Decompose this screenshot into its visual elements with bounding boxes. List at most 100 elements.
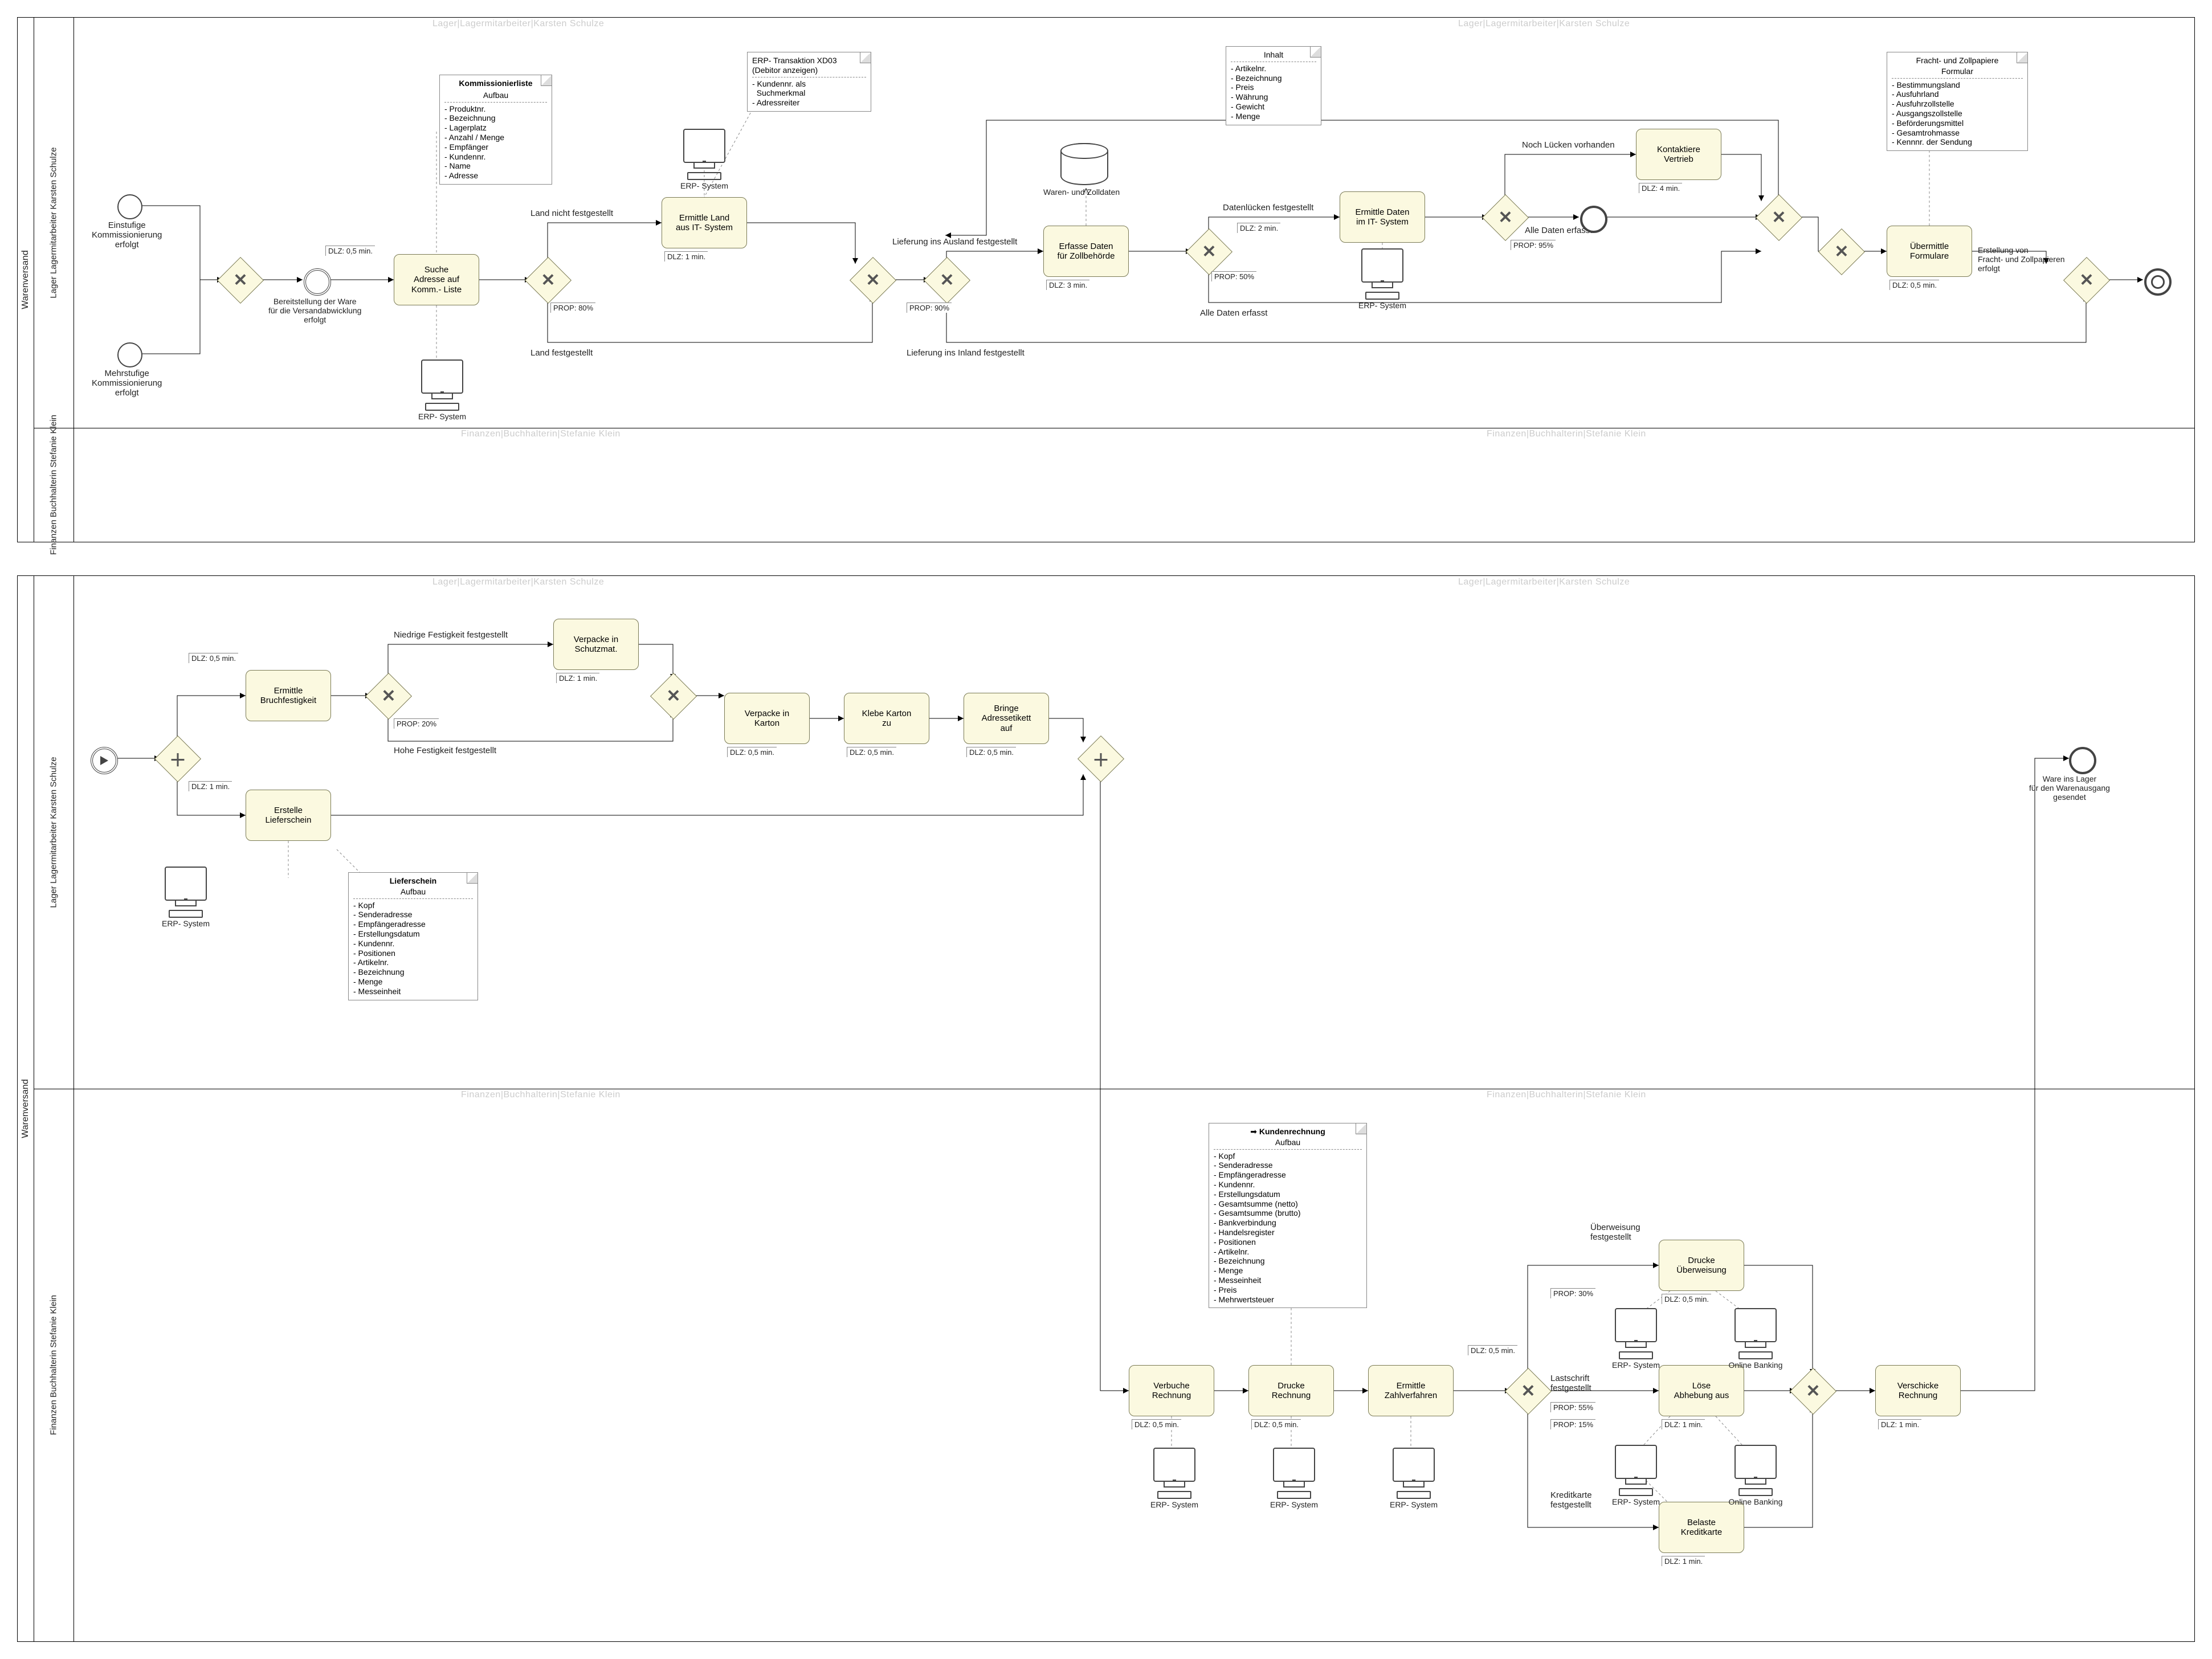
system-label: ERP- System: [417, 412, 468, 421]
task-label: Suche Adresse auf Komm.- Liste: [411, 265, 462, 295]
prop-label: PROP: 20%: [394, 718, 439, 729]
online-banking-icon: Online Banking: [1724, 1445, 1787, 1506]
prop-label: PROP: 80%: [550, 303, 595, 313]
task-label: Ermittle Land aus IT- System: [676, 213, 733, 233]
note-frachtpapiere: Fracht- und Zollpapiere Formular - Besti…: [1887, 52, 2028, 151]
pool-warenversand-2: Warenversand Lager Lagermitarbeiter Kars…: [17, 575, 2195, 1642]
task-label: Ermittle Daten im IT- System: [1355, 207, 1409, 227]
edge-label: Überweisung festgestellt: [1590, 1223, 1640, 1242]
system-label: ERP- System: [1610, 1497, 1662, 1506]
dlz-label: DLZ: 1 min.: [1878, 1419, 1921, 1429]
start-event-label: Mehrstufige Kommissionierung erfolgt: [92, 369, 162, 398]
dlz-label: DLZ: 1 min.: [1662, 1419, 1705, 1429]
lane-label-text: Lager Lagermitarbeiter Karsten Schulze: [48, 757, 58, 908]
task-label: Verpacke in Schutzmat.: [574, 635, 618, 655]
intermediate-event-label: Bereitstellung der Ware für die Versanda…: [268, 297, 361, 324]
task-ermittle-land[interactable]: Ermittle Land aus IT- System: [662, 197, 747, 248]
task-label: Erstelle Lieferschein: [266, 806, 312, 826]
online-banking-icon: Online Banking: [1724, 1308, 1787, 1370]
edge-label: Hohe Festigkeit festgestellt: [394, 746, 496, 755]
system-label: ERP- System: [1388, 1500, 1439, 1509]
task-adressetikett[interactable]: Bringe Adressetikett auf: [964, 693, 1049, 744]
task-uebermittle-formulare[interactable]: Übermittle Formulare: [1887, 226, 1972, 277]
task-drucke-ueberweisung[interactable]: Drucke Überweisung: [1659, 1240, 1744, 1291]
dlz-label: DLZ: 0,5 min.: [1662, 1294, 1711, 1304]
end-event-label: Ware ins Lager für den Warenausgang gese…: [2029, 774, 2110, 802]
edge-label: Niedrige Festigkeit festgestellt: [394, 630, 508, 640]
lane-finanzen-2: Finanzen Buchhalterin Stefanie Klein Fin…: [34, 1089, 2194, 1642]
watermark: Lager|Lagermitarbeiter|Karsten Schulze: [1458, 19, 1630, 29]
task-label: Verbuche Rechnung: [1152, 1381, 1191, 1401]
note-zolldaten-inhalt: Inhalt - Artikelnr.- Bezeichnung- Preis-…: [1226, 46, 1321, 125]
dlz-label: DLZ: 0,5 min.: [1889, 280, 1939, 290]
task-bruchfestigkeit[interactable]: Ermittle Bruchfestigkeit: [246, 670, 331, 721]
task-ermittle-daten-it[interactable]: Ermittle Daten im IT- System: [1340, 191, 1425, 243]
erp-system-icon: ERP- System: [1357, 248, 1408, 310]
note-subtitle: Aufbau: [353, 887, 473, 897]
lane-lager-1: Lager Lagermitarbeiter Karsten Schulze L…: [34, 18, 2194, 428]
dlz-label: DLZ: 3 min.: [1046, 280, 1089, 290]
task-klebe-karton[interactable]: Klebe Karton zu: [844, 693, 929, 744]
dlz-label: DLZ: 0,5 min.: [1251, 1419, 1301, 1429]
note-subtitle: Formular: [1892, 67, 2023, 76]
task-label: Löse Abhebung aus: [1674, 1381, 1729, 1401]
watermark: Finanzen|Buchhalterin|Stefanie Klein: [461, 429, 621, 439]
task-label: Drucke Überweisung: [1676, 1256, 1727, 1276]
task-verbuche-rechnung[interactable]: Verbuche Rechnung: [1129, 1365, 1214, 1416]
prop-label: PROP: 15%: [1550, 1419, 1595, 1429]
task-suche-adresse[interactable]: Suche Adresse auf Komm.- Liste: [394, 254, 479, 305]
erp-system-icon: ERP- System: [1149, 1448, 1200, 1509]
task-label: Verpacke in Karton: [745, 709, 789, 729]
start-event-label: Einstufige Kommissionierung erfolgt: [92, 220, 162, 250]
edge-label: Lieferung ins Ausland festgestellt: [892, 237, 1017, 247]
prop-label: PROP: 95%: [1511, 240, 1556, 250]
dlz-label: DLZ: 0,5 min.: [325, 246, 375, 256]
watermark: Lager|Lagermitarbeiter|Karsten Schulze: [1458, 577, 1630, 587]
lane-label: Lager Lagermitarbeiter Karsten Schulze: [34, 576, 74, 1089]
system-label: ERP- System: [160, 919, 211, 928]
erp-system-icon: ERP- System: [417, 359, 468, 421]
system-label: ERP- System: [1268, 1500, 1320, 1509]
dlz-label: DLZ: 4 min.: [1639, 183, 1682, 193]
note-items: - Produktnr.- Bezeichnung- Lagerplatz- A…: [444, 104, 547, 181]
dlz-label: DLZ: 1 min.: [556, 673, 599, 683]
task-verpacke-karton[interactable]: Verpacke in Karton: [724, 693, 810, 744]
link-event-in: [91, 747, 118, 774]
system-label: ERP- System: [1610, 1360, 1662, 1370]
erp-system-icon: ERP- System: [160, 867, 211, 928]
task-ermittle-zahlverfahren[interactable]: Ermittle Zahlverfahren: [1368, 1365, 1454, 1416]
lane-finanzen-1: Finanzen Buchhalterin Stefanie Klein Fin…: [34, 428, 2194, 542]
watermark: Finanzen|Buchhalterin|Stefanie Klein: [461, 1090, 621, 1100]
task-erstelle-lieferschein[interactable]: Erstelle Lieferschein: [246, 790, 331, 841]
note-erp-transaktion: ERP- Transaktion XD03 (Debitor anzeigen)…: [747, 52, 871, 112]
database-waren-zoll-icon: [1060, 143, 1108, 185]
start-event-einstufig: [117, 194, 142, 219]
task-belaste-kreditkarte[interactable]: Belaste Kreditkarte: [1659, 1502, 1744, 1553]
erp-system-icon: ERP- System: [679, 129, 730, 190]
end-event-alle-erfasst: [1580, 206, 1607, 233]
edge-label: Kreditkarte festgestellt: [1550, 1490, 1592, 1510]
intermediate-event-bereitstellung: [304, 268, 331, 296]
end-label: Erstellung von Fracht- und Zollpapieren …: [1978, 246, 2065, 273]
dlz-label: DLZ: 1 min.: [664, 251, 708, 261]
note-subtitle: Aufbau: [444, 91, 547, 100]
pool-warenversand-1: Warenversand Lager Lagermitarbeiter Kars…: [17, 17, 2195, 542]
note-title: Kundenrechnung: [1259, 1127, 1325, 1136]
dlz-label: DLZ: 0,5 min.: [1132, 1419, 1181, 1429]
task-drucke-rechnung[interactable]: Drucke Rechnung: [1248, 1365, 1334, 1416]
watermark: Finanzen|Buchhalterin|Stefanie Klein: [1487, 1090, 1646, 1100]
task-kontaktiere-vertrieb[interactable]: Kontaktiere Vertrieb: [1636, 129, 1721, 180]
note-title: ERP- Transaktion XD03 (Debitor anzeigen): [752, 56, 866, 75]
task-loese-abhebung[interactable]: Löse Abhebung aus: [1659, 1365, 1744, 1416]
prop-label: PROP: 30%: [1550, 1288, 1595, 1298]
task-verpacke-schutz[interactable]: Verpacke in Schutzmat.: [553, 619, 639, 670]
dlz-label: DLZ: 1 min.: [189, 781, 232, 791]
task-label: Ermittle Zahlverfahren: [1385, 1381, 1438, 1401]
pool-label-text: Warenversand: [21, 250, 31, 309]
edge-label: Land nicht festgestellt: [530, 209, 613, 218]
watermark: Lager|Lagermitarbeiter|Karsten Schulze: [432, 577, 604, 587]
task-verschicke-rechnung[interactable]: Verschicke Rechnung: [1875, 1365, 1961, 1416]
erp-system-icon: ERP- System: [1610, 1445, 1662, 1506]
task-erfasse-zolldaten[interactable]: Erfasse Daten für Zollbehörde: [1043, 226, 1129, 277]
edge-label: Lastschrift festgestellt: [1550, 1374, 1591, 1393]
